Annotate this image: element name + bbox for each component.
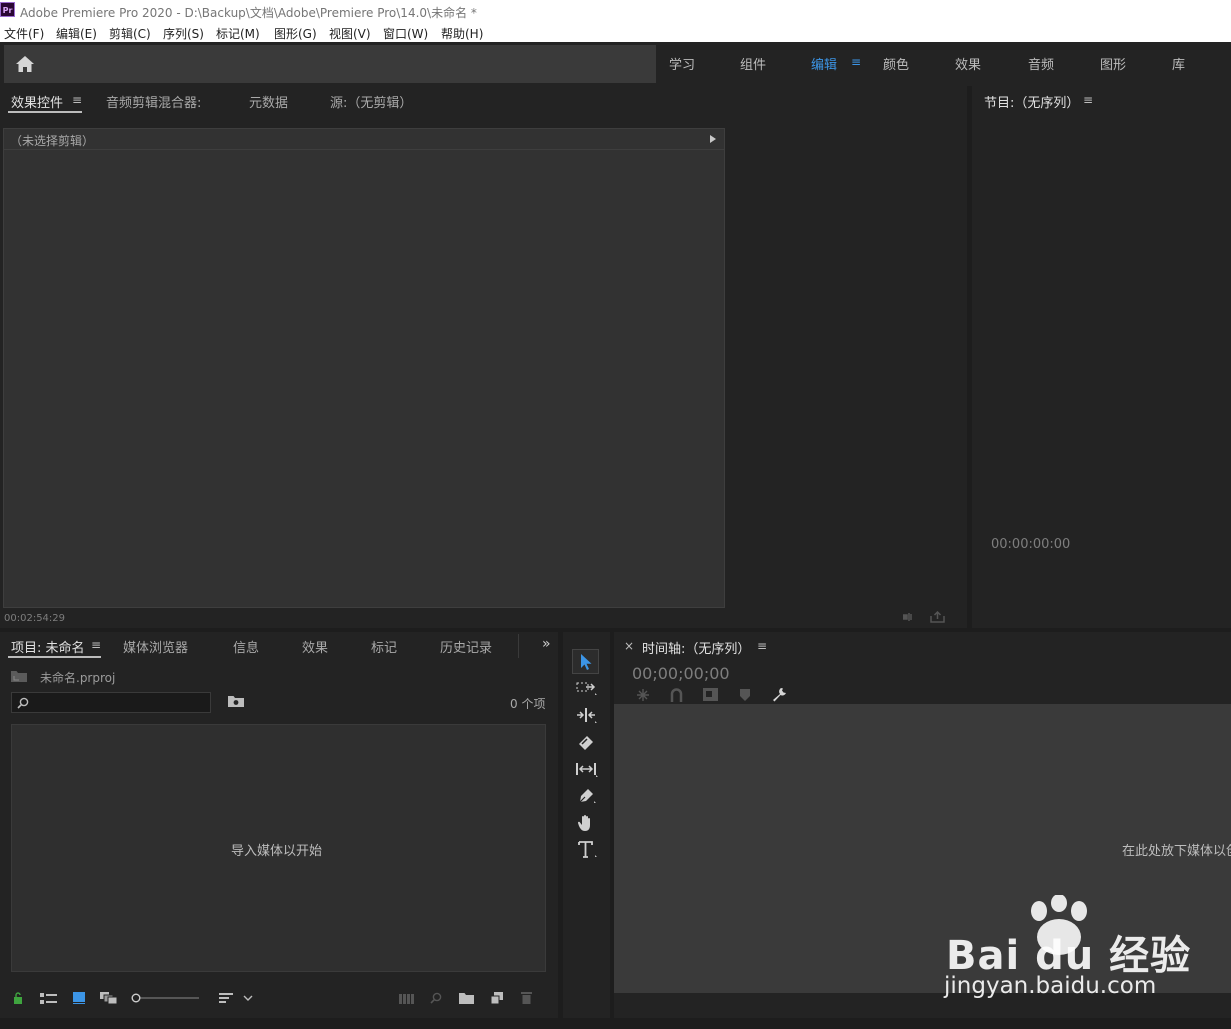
workspace-editing[interactable]: 编辑 [811,54,837,73]
menu-view[interactable]: 视图(V) [329,25,371,42]
ripple-edit-tool-icon[interactable] [576,708,598,724]
home-area [4,45,656,83]
project-bin-area[interactable]: 导入媒体以开始 [11,724,546,972]
menu-file[interactable]: 文件(F) [4,25,44,42]
menu-bar: 文件(F) 编辑(E) 剪辑(C) 序列(S) 标记(M) 图形(G) 视图(V… [0,23,1231,42]
title-bar: Pr Adobe Premiere Pro 2020 - D:\Backup\文… [0,0,1231,23]
tab-source[interactable]: 源:（无剪辑） [330,92,412,111]
import-media-message: 导入媒体以开始 [231,844,323,859]
menu-sequence[interactable]: 序列(S) [163,25,204,42]
panel-menu-icon[interactable]: ≡ [757,639,767,653]
insert-overwrite-icon[interactable] [703,688,718,701]
tab-effects[interactable]: 效果 [302,637,328,656]
menu-marker[interactable]: 标记(M) [216,25,260,42]
drop-media-message: 在此处放下媒体以创 [1122,844,1231,859]
razor-tool-icon[interactable] [578,735,594,751]
menu-clip[interactable]: 剪辑(C) [109,25,151,42]
list-view-icon[interactable] [40,993,57,1004]
active-tab-indicator [8,656,101,658]
export-clip-icon[interactable] [930,611,945,623]
timeline-panel: × 时间轴:（无序列） ≡ 00;00;00;00 在此处放下媒体以创 [614,632,1231,1018]
item-count: 0 个项 [510,697,546,711]
icon-view-icon[interactable] [73,992,85,1004]
window-title: Adobe Premiere Pro 2020 - D:\Backup\文档\A… [20,6,477,20]
tools-panel [563,632,610,1018]
zoom-slider-icon[interactable] [131,993,201,1003]
tab-media-browser[interactable]: 媒体浏览器 [123,637,188,656]
track-select-tool-icon[interactable] [576,682,598,696]
new-bin-icon[interactable] [228,695,244,708]
automate-icon[interactable] [399,994,414,1004]
workspace-color[interactable]: 颜色 [883,54,909,73]
search-icon [17,697,29,709]
menu-graphics[interactable]: 图形(G) [274,25,317,42]
workspace-effects[interactable]: 效果 [955,54,981,73]
snap-icon[interactable] [636,688,650,702]
clear-icon[interactable] [521,991,532,1004]
workspace-assembly[interactable]: 组件 [740,54,766,73]
timeline-title[interactable]: 时间轴:（无序列） [642,638,750,657]
tab-markers[interactable]: 标记 [371,637,397,656]
type-tool-icon[interactable] [578,841,598,859]
clip-header: （未选择剪辑） [4,129,724,150]
marker-icon[interactable] [740,689,750,701]
app-logo: Pr [0,2,15,17]
program-timecode[interactable]: 00:00:00:00 [991,537,1070,552]
settings-wrench-icon[interactable] [772,687,787,702]
timeline-drop-area[interactable]: 在此处放下媒体以创 [614,704,1231,993]
menu-window[interactable]: 窗口(W) [383,25,428,42]
new-item-icon[interactable] [491,992,503,1004]
find-icon[interactable] [430,992,442,1004]
lock-icon[interactable] [13,992,23,1004]
new-bin-icon[interactable] [459,992,474,1004]
tab-metadata[interactable]: 元数据 [249,92,288,111]
panel-menu-icon[interactable]: ≡ [72,93,82,107]
home-icon[interactable] [15,55,35,73]
program-monitor-title[interactable]: 节目:（无序列） [984,92,1079,111]
program-monitor-panel: 节目:（无序列） ≡ 00:00:00:00 [972,86,1231,628]
no-clip-selected-label: （未选择剪辑） [10,134,95,148]
effect-controls-area: （未选择剪辑） [3,128,725,608]
close-icon[interactable]: × [624,639,634,653]
tab-project[interactable]: 项目: 未命名 [11,637,85,656]
search-input[interactable] [11,692,211,713]
tab-info[interactable]: 信息 [233,637,259,656]
menu-help[interactable]: 帮助(H) [441,25,483,42]
pen-tool-icon[interactable] [577,788,597,805]
workspace-audio[interactable]: 音频 [1028,54,1054,73]
project-panel: 项目: 未命名 ≡ 媒体浏览器 信息 效果 标记 历史记录 » 未命名.prpr… [0,632,558,1018]
workspace-learning[interactable]: 学习 [669,54,695,73]
workspace-bar: 学习 组件 编辑 ≡ 颜色 效果 音频 图形 库 [0,42,1231,86]
selection-tool-icon[interactable] [580,654,593,670]
playback-audio-icon[interactable] [903,612,917,622]
workspace-libraries[interactable]: 库 [1172,54,1185,73]
timeline-timecode[interactable]: 00;00;00;00 [632,664,730,683]
slip-tool-icon[interactable] [575,762,599,778]
effect-controls-panel: 效果控件 ≡ 音频剪辑混合器: 元数据 源:（无剪辑） （未选择剪辑） 00:0… [0,86,967,628]
effect-controls-timecode: 00:02:54:29 [4,613,66,624]
overflow-icon[interactable]: » [542,636,551,652]
workspace-graphics[interactable]: 图形 [1100,54,1126,73]
freeform-view-icon[interactable] [100,992,118,1004]
linked-icon[interactable] [670,688,683,702]
hand-tool-icon[interactable] [577,814,595,832]
play-right-icon[interactable] [710,135,716,143]
folder-icon [11,670,27,683]
tab-audio-clip-mixer[interactable]: 音频剪辑混合器: [106,92,201,111]
tab-effect-controls[interactable]: 效果控件 [11,92,63,111]
panel-menu-icon[interactable]: ≡ [91,638,101,652]
tab-history[interactable]: 历史记录 [440,637,492,656]
panel-menu-icon[interactable]: ≡ [1083,93,1093,107]
panel-menu-icon[interactable]: ≡ [851,55,861,69]
project-filename: 未命名.prproj [40,671,116,685]
active-tab-indicator [8,111,82,113]
menu-edit[interactable]: 编辑(E) [56,25,97,42]
tab-divider [518,634,519,658]
sort-icon[interactable] [219,992,255,1004]
